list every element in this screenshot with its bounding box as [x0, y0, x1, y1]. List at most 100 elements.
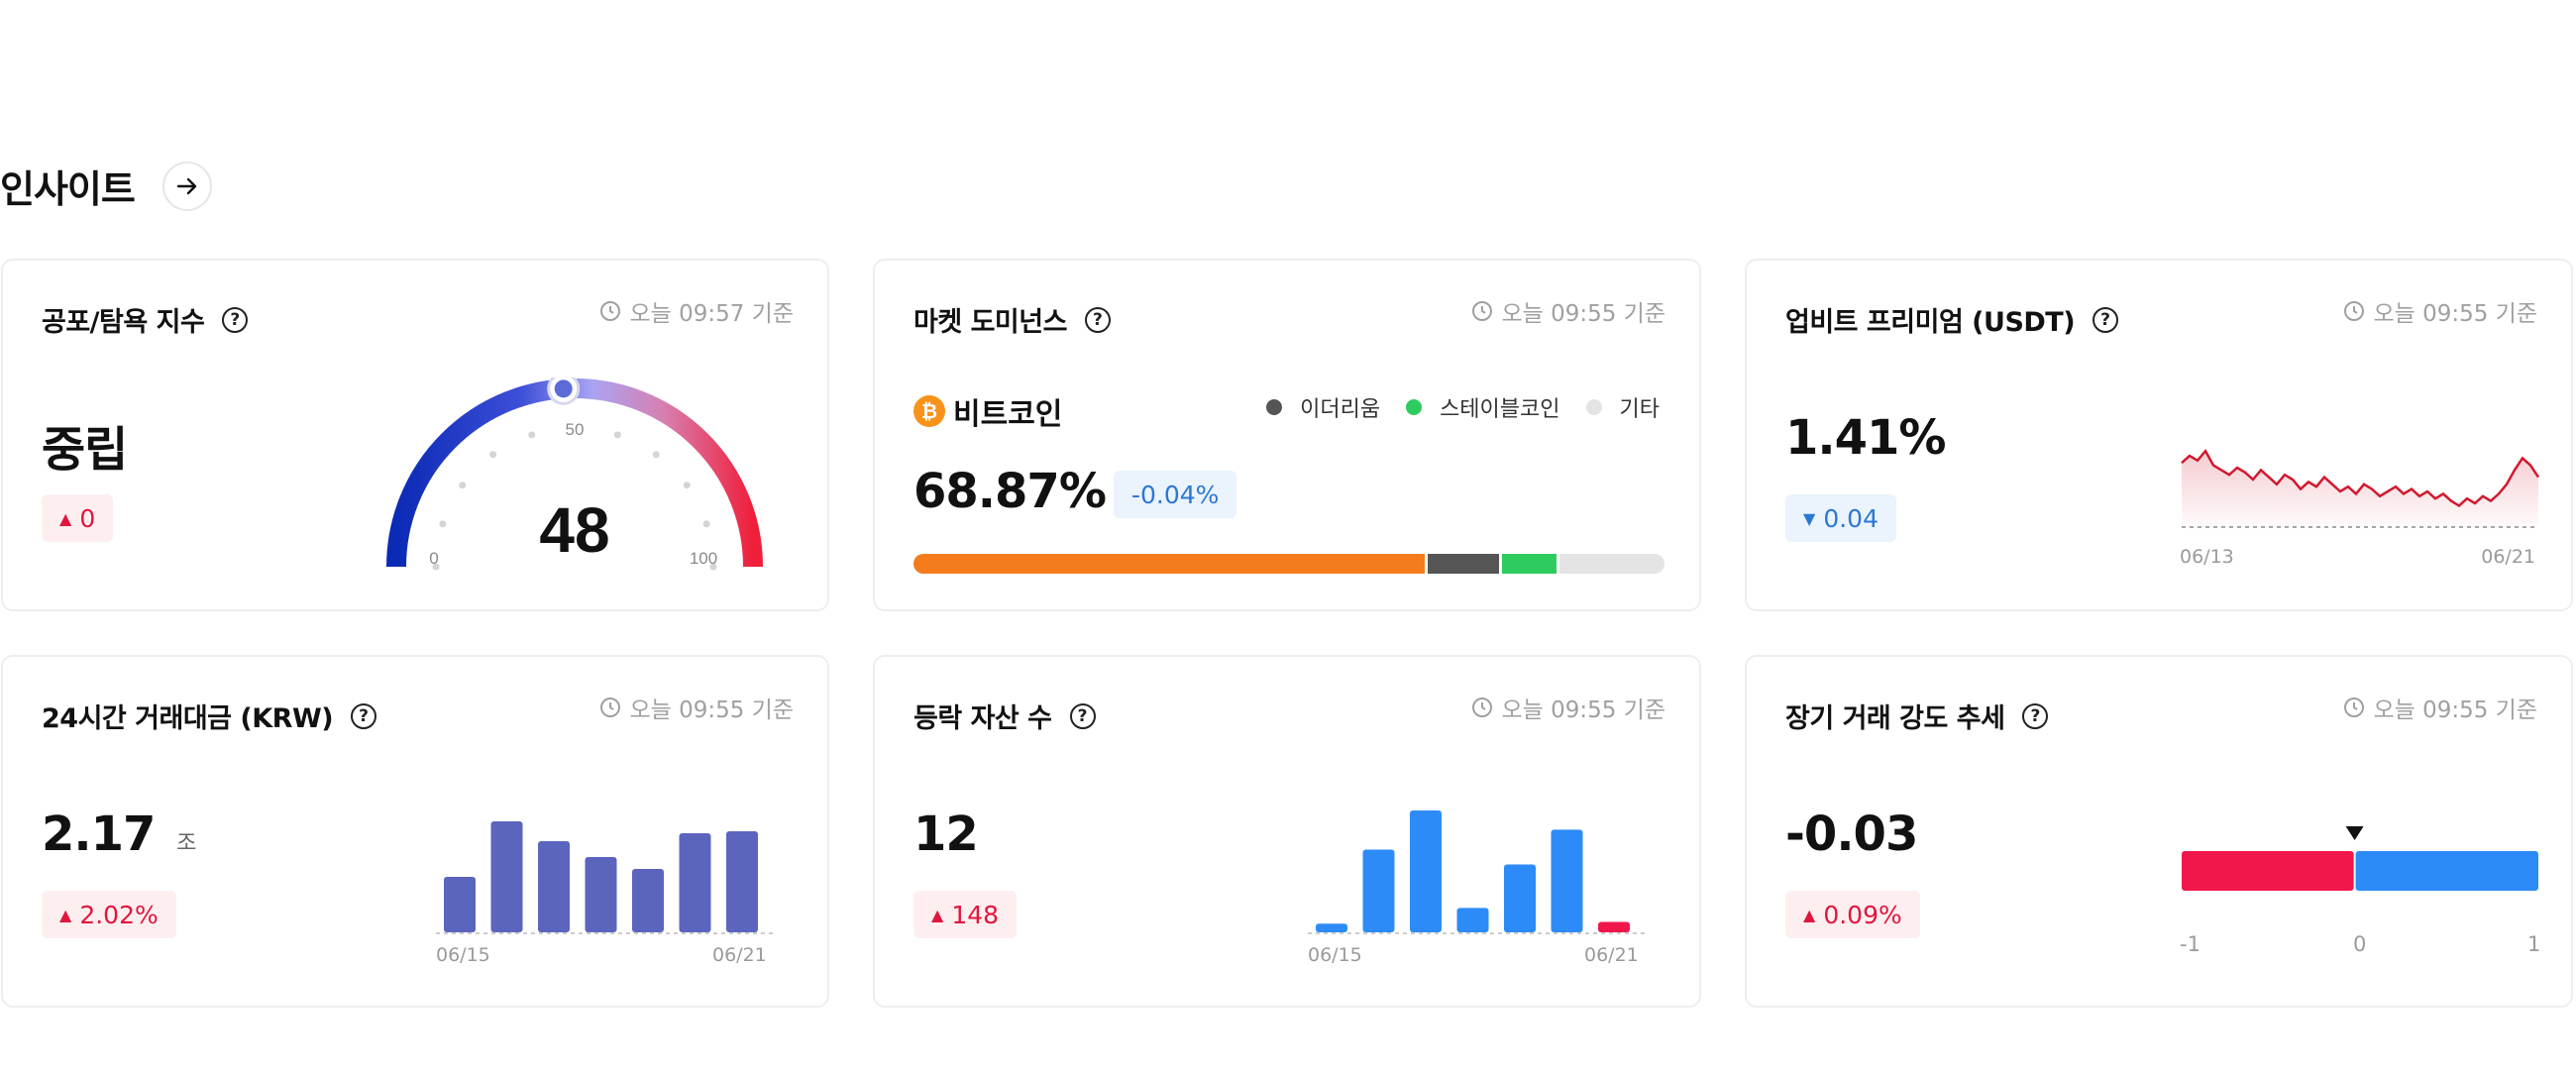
up-triangle-icon: ▲ [1803, 905, 1816, 924]
timestamp: 오늘 09:55 기준 [599, 691, 794, 724]
updown-bar [1410, 810, 1442, 932]
gauge-tick-dot [528, 431, 536, 439]
timestamp: 오늘 09:57 기준 [599, 294, 794, 328]
volume-value: 2.17 조 [42, 807, 196, 862]
strength-negative-bar [2182, 851, 2354, 891]
change-value: 0.09% [1823, 900, 1902, 929]
card-title: 마켓 도미넌스 [913, 307, 1067, 338]
updown-value: 12 [913, 807, 979, 862]
volume-card[interactable]: 24시간 거래대금 (KRW) ? 오늘 09:55 기준 2.17 조 ▲ 2… [1, 655, 829, 1008]
change-badge: ▲ 148 [913, 891, 1018, 938]
gauge-tick-dot [489, 451, 497, 459]
strength-marker-icon [2345, 826, 2364, 840]
x-axis-end-label: 06/21 [2481, 546, 2535, 568]
timestamp-text: 오늘 09:55 기준 [1501, 698, 1665, 723]
gauge-tick-dot [459, 482, 467, 489]
asset-name: 비트코인 [953, 397, 1063, 432]
scale-max-label: 1 [2527, 932, 2541, 956]
arrow-right-button[interactable] [161, 161, 212, 211]
change-badge: ▲ 2.02% [42, 891, 176, 938]
dominance-segment [1501, 554, 1557, 574]
x-axis-start-label: 06/13 [2180, 546, 2234, 568]
timestamp-text: 오늘 09:55 기준 [2373, 301, 2537, 327]
help-icon[interactable]: ? [2093, 306, 2119, 333]
x-axis-start-label: 06/15 [436, 944, 490, 966]
volume-bar [490, 821, 523, 932]
volume-number: 2.17 [42, 807, 156, 862]
gauge-tick-dot [683, 482, 691, 489]
gauge-max-label: 100 [690, 549, 717, 568]
card-title: 업비트 프리미엄 (USDT) [1785, 307, 2076, 338]
clock-icon [1472, 301, 1493, 321]
change-badge: ▼ 0.04 [1785, 494, 1896, 542]
volume-bar [444, 877, 476, 932]
change-badge: ▲ 0.09% [1785, 891, 1920, 938]
updown-bar [1551, 829, 1583, 932]
strength-scale-chart [2182, 826, 2538, 891]
updown-bar [1362, 849, 1395, 932]
clock-icon [2344, 301, 2365, 321]
updown-bar [1598, 921, 1630, 932]
x-axis-end-label: 06/21 [712, 944, 767, 966]
dominance-legend: 이더리움 스테이블코인 기타 [1240, 391, 1660, 423]
fear-greed-card[interactable]: 공포/탐욕 지수 ? 오늘 09:57 기준 중립 ▲ 0 0 50 100 4… [1, 259, 829, 611]
help-icon[interactable]: ? [1084, 306, 1111, 333]
premium-value: 1.41% [1785, 410, 1947, 466]
scale-mid-label: 0 [2353, 932, 2367, 956]
timestamp-text: 오늘 09:55 기준 [629, 698, 794, 723]
dominance-bar [913, 554, 1664, 574]
clock-icon [600, 698, 621, 717]
timestamp: 오늘 09:55 기준 [2343, 294, 2537, 328]
asset-label: ₿ 비트코인 [913, 389, 1062, 433]
gauge-tick-dot [652, 451, 660, 459]
clock-icon [600, 301, 621, 321]
volume-bar [726, 831, 758, 932]
help-icon[interactable]: ? [222, 306, 249, 333]
market-dominance-card[interactable]: 마켓 도미넌스 ? 오늘 09:55 기준 ₿ 비트코인 이더리움 스테이블코인… [873, 259, 1701, 611]
change-value: -0.04% [1131, 480, 1220, 509]
clock-icon [1472, 698, 1493, 717]
up-triangle-icon: ▲ [59, 905, 72, 924]
trade-strength-card[interactable]: 장기 거래 강도 추세 ? 오늘 09:55 기준 -0.03 ▲ 0.09% … [1745, 655, 2573, 1008]
up-triangle-icon: ▲ [931, 905, 944, 924]
updown-bar [1504, 864, 1536, 932]
scale-min-label: -1 [2180, 932, 2200, 956]
change-value: 2.02% [79, 900, 159, 929]
updown-bar [1316, 923, 1347, 932]
gauge-tick-dot [702, 520, 710, 528]
dominance-value: 68.87% [913, 464, 1107, 519]
timestamp-text: 오늘 09:57 기준 [629, 301, 794, 327]
volume-bar [538, 841, 570, 932]
legend-item: 이더리움 [1266, 391, 1380, 423]
svg-text:₿: ₿ [921, 399, 937, 423]
card-title: 장기 거래 강도 추세 [1785, 703, 2005, 734]
fear-greed-gauge: 0 50 100 48 [386, 377, 763, 571]
bitcoin-icon: ₿ [913, 395, 945, 427]
change-value: 148 [951, 900, 1000, 929]
strength-value: -0.03 [1785, 807, 1918, 862]
timestamp: 오늘 09:55 기준 [1471, 691, 1665, 724]
dominance-segment [1427, 554, 1499, 574]
volume-unit: 조 [176, 831, 196, 856]
updown-bar [1456, 908, 1489, 932]
x-axis-end-label: 06/21 [1584, 944, 1639, 966]
legend-item: 스테이블코인 [1406, 391, 1560, 423]
legend-item: 기타 [1585, 391, 1660, 423]
updown-bar-chart [1308, 810, 1645, 934]
x-axis-start-label: 06/15 [1308, 944, 1362, 966]
gauge-tick-dot [439, 520, 447, 528]
help-icon[interactable]: ? [351, 702, 377, 729]
timestamp: 오늘 09:55 기준 [1471, 294, 1665, 328]
change-badge: -0.04% [1114, 471, 1237, 518]
volume-bar [585, 857, 617, 932]
clock-icon [2344, 698, 2365, 717]
arrow-right-icon [176, 177, 197, 194]
help-icon[interactable]: ? [1069, 702, 1096, 729]
help-icon[interactable]: ? [2022, 702, 2049, 729]
change-badge: ▲ 0 [42, 494, 114, 542]
card-title: 24시간 거래대금 (KRW) [42, 703, 334, 734]
updown-count-card[interactable]: 등락 자산 수 ? 오늘 09:55 기준 12 ▲ 148 06/15 06/… [873, 655, 1701, 1008]
upbit-premium-card[interactable]: 업비트 프리미엄 (USDT) ? 오늘 09:55 기준 1.41% ▼ 0.… [1745, 259, 2573, 611]
down-triangle-icon: ▼ [1803, 508, 1816, 528]
timestamp-text: 오늘 09:55 기준 [2373, 698, 2537, 723]
